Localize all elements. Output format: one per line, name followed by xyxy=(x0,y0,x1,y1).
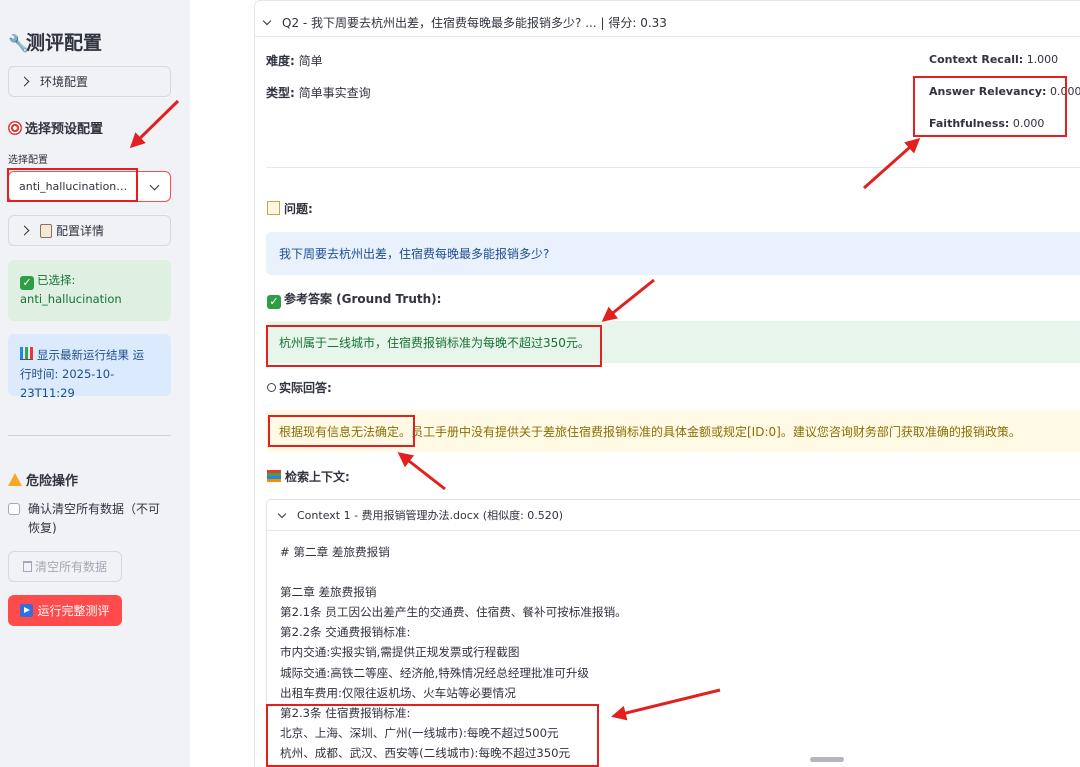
arrow-to-actual xyxy=(397,452,446,491)
arrow-to-select xyxy=(129,99,180,149)
arrow-to-reference xyxy=(601,278,655,322)
arrow-to-metrics xyxy=(863,138,921,190)
arrow-to-context xyxy=(611,688,721,721)
annotation-arrows xyxy=(129,99,921,721)
